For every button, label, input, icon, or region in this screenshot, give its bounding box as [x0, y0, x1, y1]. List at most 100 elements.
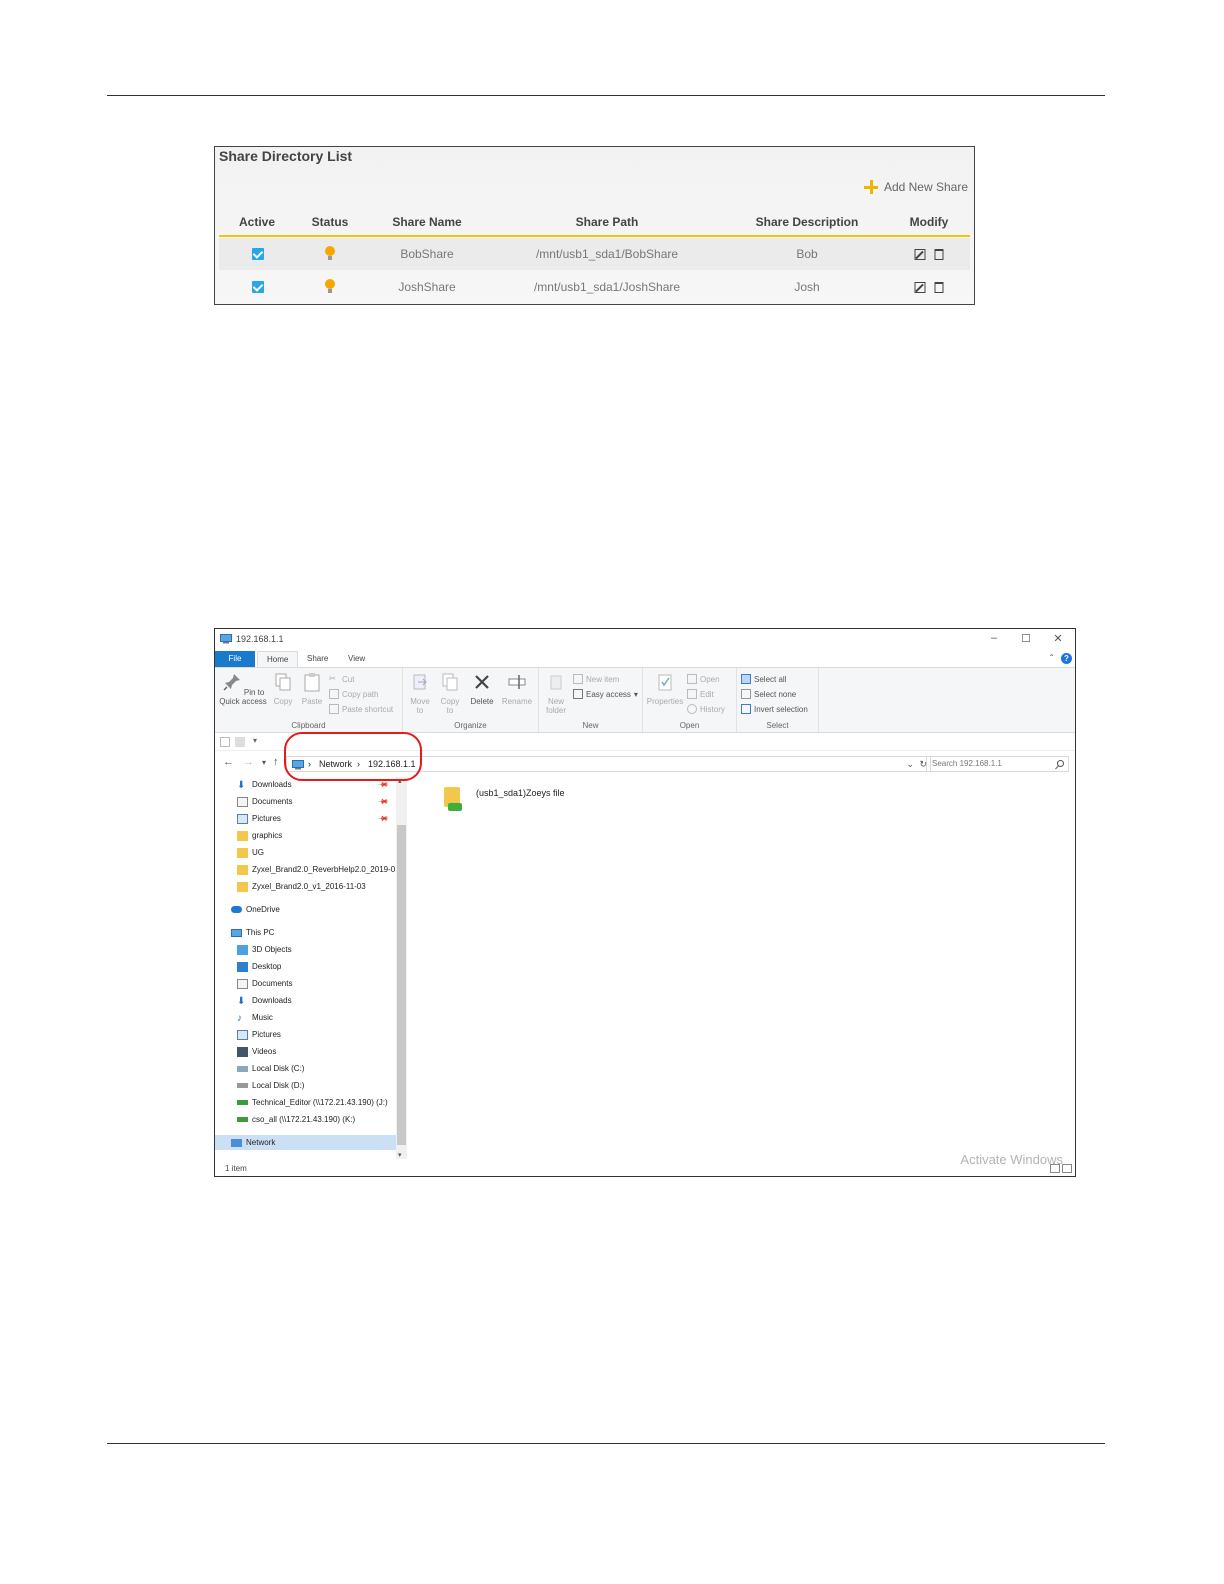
table-header: Active Status Share Name Share Path Shar… — [219, 215, 970, 237]
open-icon — [687, 674, 697, 684]
nav-item-pictures[interactable]: Pictures 📌 — [215, 811, 396, 826]
details-view-icon[interactable] — [1050, 1164, 1060, 1173]
nav-item-reverbhelp[interactable]: Zyxel_Brand2.0_ReverbHelp2.0_2019-0 — [215, 862, 396, 877]
col-modify: Modify — [909, 215, 949, 229]
nav-item-brand-v1[interactable]: Zyxel_Brand2.0_v1_2016-11-03 — [215, 879, 396, 894]
move-to-button[interactable]: Move to — [407, 672, 433, 715]
tab-home[interactable]: Home — [257, 651, 299, 667]
open-button[interactable]: Open — [687, 674, 720, 684]
properties-button[interactable]: Properties — [645, 672, 685, 706]
nav-item-graphics[interactable]: graphics — [215, 828, 396, 843]
tab-view[interactable]: View — [339, 651, 374, 667]
nav-item-ug[interactable]: UG — [215, 845, 396, 860]
edit-button[interactable]: Edit — [687, 689, 714, 699]
maximize-button[interactable]: ☐ — [1017, 632, 1035, 645]
pin-quick-access-button[interactable]: Pin to Quick access — [219, 672, 267, 706]
forward-arrow-icon[interactable]: → — [243, 756, 254, 768]
paste-shortcut-button[interactable]: Paste shortcut — [329, 704, 393, 714]
col-share-name: Share Name — [392, 215, 462, 229]
select-none-button[interactable]: Select none — [741, 689, 796, 699]
copy-path-button[interactable]: Copy path — [329, 689, 378, 699]
tab-share[interactable]: Share — [298, 651, 337, 667]
nav-item-onedrive[interactable]: OneDrive — [215, 902, 396, 917]
recent-locations-icon[interactable]: ▾ — [262, 758, 266, 767]
address-dropdown-icon[interactable]: ⌄ — [906, 759, 914, 770]
download-arrow-icon: ⬇ — [237, 995, 246, 1007]
rename-icon — [508, 675, 526, 689]
share-description: Bob — [796, 247, 818, 261]
delete-button[interactable]: Delete — [467, 672, 497, 706]
open-group: Properties Open Edit History Open — [643, 668, 737, 732]
nav-item-desktop[interactable]: Desktop — [215, 959, 396, 974]
nav-item-music[interactable]: ♪ Music — [215, 1010, 396, 1025]
properties-icon — [658, 674, 672, 691]
close-button[interactable]: ✕ — [1049, 632, 1067, 645]
invert-selection-button[interactable]: Invert selection — [741, 704, 808, 714]
add-new-share-label: Add New Share — [883, 180, 968, 194]
copy-to-button[interactable]: Copy to — [437, 672, 463, 715]
new-folder-small-icon[interactable] — [235, 737, 245, 747]
nav-item-documents[interactable]: Documents — [215, 976, 396, 991]
search-icon — [1057, 760, 1064, 767]
collapse-ribbon-icon[interactable]: ⌃ — [1048, 653, 1055, 662]
nav-item-technical-editor[interactable]: Technical_Editor (\\172.21.43.190) (J:) — [215, 1095, 396, 1110]
clipboard-group: Pin to Quick access Copy Paste ✂ Cut Copy… — [215, 668, 403, 732]
select-group: Select all Select none Invert selection … — [737, 668, 819, 732]
nav-item-local-disk-d[interactable]: Local Disk (D:) — [215, 1078, 396, 1093]
item-count: 1 item — [225, 1164, 247, 1173]
trash-icon[interactable] — [934, 249, 944, 260]
large-icons-view-icon[interactable] — [1062, 1164, 1072, 1173]
list-item[interactable]: (usb1_sda1)Zoeys file — [442, 785, 565, 813]
nav-item-network[interactable]: Network — [215, 1135, 396, 1150]
share-name: JoshShare — [398, 280, 456, 294]
back-arrow-icon[interactable]: ← — [223, 756, 234, 768]
nav-item-3d-objects[interactable]: 3D Objects — [215, 942, 396, 957]
nav-scrollbar[interactable]: ▴ ▾ — [396, 777, 407, 1159]
nav-item-downloads[interactable]: ⬇ Downloads — [215, 993, 396, 1008]
nav-item-pictures[interactable]: Pictures — [215, 1027, 396, 1042]
up-arrow-icon[interactable]: ↑ — [273, 756, 279, 768]
dropdown-arrow-icon: ▾ — [633, 689, 638, 699]
status-bar: 1 item — [215, 1160, 1075, 1176]
add-new-share-button[interactable]: Add New Share — [863, 180, 968, 194]
easy-access-icon — [573, 689, 583, 699]
trash-icon[interactable] — [934, 282, 944, 293]
cut-button[interactable]: ✂ Cut — [329, 674, 354, 684]
search-box[interactable]: Search 192.168.1.1 — [926, 756, 1069, 772]
tab-file[interactable]: File — [215, 651, 255, 667]
nav-item-videos[interactable]: Videos — [215, 1044, 396, 1059]
shared-folder-icon — [442, 785, 464, 813]
3d-cube-icon — [237, 944, 248, 955]
nav-item-this-pc[interactable]: This PC — [215, 925, 396, 940]
pin-icon: 📌 — [377, 796, 389, 808]
paste-button[interactable]: Paste — [299, 672, 325, 706]
minimize-button[interactable]: – — [985, 632, 1003, 644]
select-all-button[interactable]: Select all — [741, 674, 786, 684]
properties-small-icon[interactable] — [220, 737, 230, 747]
active-checkbox[interactable] — [252, 281, 264, 296]
new-folder-button[interactable]: New folder — [543, 672, 569, 715]
copy-button[interactable]: Copy — [271, 672, 295, 706]
customize-toolbar-icon[interactable]: ▾ — [253, 736, 257, 745]
history-button[interactable]: History — [687, 704, 725, 714]
new-item-button[interactable]: New item — [573, 674, 619, 684]
edit-icon[interactable] — [914, 282, 926, 293]
title-bar: 192.168.1.1 – ☐ ✕ — [215, 629, 1075, 649]
col-status: Status — [311, 215, 349, 229]
col-share-path: Share Path — [575, 215, 639, 229]
rename-button[interactable]: Rename — [501, 672, 533, 706]
videos-icon — [237, 1046, 248, 1057]
active-checkbox[interactable] — [252, 248, 264, 263]
share-name: BobShare — [400, 247, 454, 261]
pictures-icon — [237, 813, 248, 824]
nav-item-documents[interactable]: Documents 📌 — [215, 794, 396, 809]
nav-item-local-disk-c[interactable]: Local Disk (C:) — [215, 1061, 396, 1076]
nav-item-cso-all[interactable]: cso_all (\\172.21.43.190) (K:) — [215, 1112, 396, 1127]
easy-access-button[interactable]: Easy access ▾ — [573, 689, 638, 699]
edit-icon[interactable] — [914, 249, 926, 260]
scroll-thumb[interactable] — [397, 825, 406, 1145]
copy-to-icon — [442, 673, 458, 691]
scroll-down-icon[interactable]: ▾ — [398, 1151, 402, 1159]
move-to-icon — [413, 674, 427, 690]
help-icon[interactable]: ? — [1061, 653, 1072, 664]
